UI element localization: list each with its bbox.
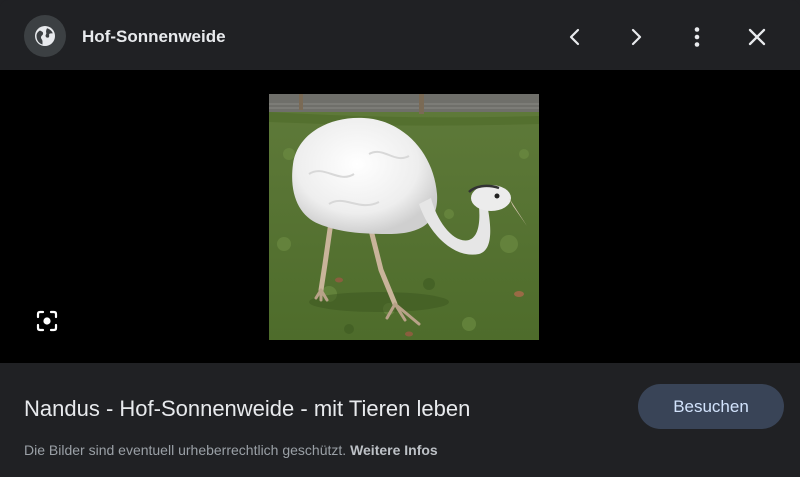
close-button[interactable] <box>737 17 777 57</box>
close-icon <box>748 28 766 46</box>
more-info-link[interactable]: Weitere Infos <box>350 442 438 458</box>
google-lens-icon <box>36 310 58 332</box>
more-vert-icon <box>694 27 700 47</box>
copyright-notice: Die Bilder sind eventuell urheberrechtli… <box>24 442 438 458</box>
rhea-photo <box>269 94 539 340</box>
chevron-left-icon <box>569 28 580 46</box>
previous-button[interactable] <box>555 17 595 57</box>
copyright-text: Die Bilder sind eventuell urheberrechtli… <box>24 442 347 458</box>
viewer-header: Hof-Sonnenweide <box>0 0 800 70</box>
viewer-footer: Nandus - Hof-Sonnenweide - mit Tieren le… <box>0 363 800 477</box>
chevron-right-icon <box>631 28 642 46</box>
page-title[interactable]: Nandus - Hof-Sonnenweide - mit Tieren le… <box>24 396 470 422</box>
image-viewer-panel: Hof-Sonnenweide Nandus - Hof-Sonnenweide… <box>0 0 800 477</box>
visit-button[interactable]: Besuchen <box>638 384 784 429</box>
site-name[interactable]: Hof-Sonnenweide <box>82 27 226 47</box>
preview-image[interactable] <box>269 94 539 340</box>
next-button[interactable] <box>616 17 656 57</box>
more-options-button[interactable] <box>677 17 717 57</box>
globe-icon <box>24 15 66 57</box>
lens-search-button[interactable] <box>31 305 63 337</box>
image-stage <box>0 70 800 363</box>
